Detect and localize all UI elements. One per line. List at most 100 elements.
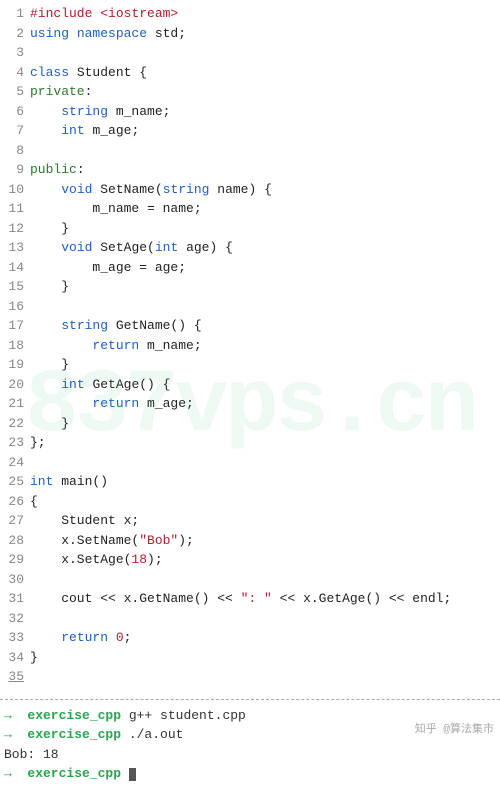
code-content: using namespace std; (30, 24, 500, 44)
terminal-command: g++ student.cpp (121, 708, 246, 723)
prompt-arrow-icon: → (4, 727, 27, 742)
code-line: 28 x.SetName("Bob"); (0, 531, 500, 551)
terminal-command (121, 766, 129, 781)
code-editor: 1#include <iostream>2using namespace std… (0, 0, 500, 691)
prompt-directory: exercise_cpp (27, 727, 121, 742)
code-line: 15 } (0, 277, 500, 297)
code-line: 22 } (0, 414, 500, 434)
line-number: 33 (0, 628, 30, 648)
code-line: 9public: (0, 160, 500, 180)
code-content: } (30, 219, 500, 239)
line-number: 14 (0, 258, 30, 278)
code-line: 7 int m_age; (0, 121, 500, 141)
code-content: return m_name; (30, 336, 500, 356)
line-number: 19 (0, 355, 30, 375)
code-content: void SetAge(int age) { (30, 238, 500, 258)
line-number: 23 (0, 433, 30, 453)
line-number: 31 (0, 589, 30, 609)
code-content (30, 43, 500, 63)
line-number: 10 (0, 180, 30, 200)
code-content: } (30, 648, 500, 668)
code-line: 21 return m_age; (0, 394, 500, 414)
code-line: 33 return 0; (0, 628, 500, 648)
code-line: 30 (0, 570, 500, 590)
terminal: → exercise_cpp g++ student.cpp → exercise… (0, 700, 500, 794)
terminal-output-line: Bob: 18 (4, 745, 496, 765)
code-content: } (30, 414, 500, 434)
line-number: 27 (0, 511, 30, 531)
code-content: return 0; (30, 628, 500, 648)
line-number: 15 (0, 277, 30, 297)
code-line: 3 (0, 43, 500, 63)
code-content (30, 609, 500, 629)
prompt-arrow-icon: → (4, 708, 27, 723)
code-line: 23}; (0, 433, 500, 453)
code-line: 10 void SetName(string name) { (0, 180, 500, 200)
line-number: 24 (0, 453, 30, 473)
code-content: x.SetAge(18); (30, 550, 500, 570)
code-content: m_age = age; (30, 258, 500, 278)
code-line: 4class Student { (0, 63, 500, 83)
code-line: 1#include <iostream> (0, 4, 500, 24)
code-line: 8 (0, 141, 500, 161)
code-content: public: (30, 160, 500, 180)
line-number: 30 (0, 570, 30, 590)
line-number: 22 (0, 414, 30, 434)
code-line: 29 x.SetAge(18); (0, 550, 500, 570)
code-line: 5private: (0, 82, 500, 102)
code-line: 26{ (0, 492, 500, 512)
code-line: 12 } (0, 219, 500, 239)
code-content: string GetName() { (30, 316, 500, 336)
code-content (30, 141, 500, 161)
code-content: }; (30, 433, 500, 453)
line-number: 8 (0, 141, 30, 161)
line-number: 7 (0, 121, 30, 141)
line-number: 32 (0, 609, 30, 629)
terminal-output-text: Bob: 18 (4, 747, 59, 762)
code-content: Student x; (30, 511, 500, 531)
prompt-directory: exercise_cpp (27, 766, 121, 781)
line-number: 17 (0, 316, 30, 336)
code-content: } (30, 355, 500, 375)
attribution: 知乎 @算法集市 (415, 720, 494, 736)
line-number: 6 (0, 102, 30, 122)
code-content: int main() (30, 472, 500, 492)
line-number: 12 (0, 219, 30, 239)
line-number: 2 (0, 24, 30, 44)
code-content: { (30, 492, 500, 512)
code-line: 18 return m_name; (0, 336, 500, 356)
code-line: 6 string m_name; (0, 102, 500, 122)
line-number: 21 (0, 394, 30, 414)
code-line: 34} (0, 648, 500, 668)
code-content: return m_age; (30, 394, 500, 414)
line-number: 16 (0, 297, 30, 317)
line-number: 1 (0, 4, 30, 24)
code-content: x.SetName("Bob"); (30, 531, 500, 551)
line-number: 11 (0, 199, 30, 219)
terminal-cursor (129, 768, 136, 781)
line-number: 3 (0, 43, 30, 63)
line-number: 5 (0, 82, 30, 102)
code-content: string m_name; (30, 102, 500, 122)
code-content (30, 667, 500, 687)
line-number: 4 (0, 63, 30, 83)
code-line: 32 (0, 609, 500, 629)
code-content: } (30, 277, 500, 297)
code-content: #include <iostream> (30, 4, 500, 24)
code-content: m_name = name; (30, 199, 500, 219)
prompt-directory: exercise_cpp (27, 708, 121, 723)
code-content: int m_age; (30, 121, 500, 141)
code-line: 24 (0, 453, 500, 473)
code-line: 11 m_name = name; (0, 199, 500, 219)
line-number: 35 (0, 667, 30, 687)
code-line: 17 string GetName() { (0, 316, 500, 336)
code-content (30, 570, 500, 590)
line-number: 25 (0, 472, 30, 492)
code-line: 27 Student x; (0, 511, 500, 531)
line-number: 13 (0, 238, 30, 258)
code-line: 35 (0, 667, 500, 687)
line-number: 26 (0, 492, 30, 512)
line-number: 29 (0, 550, 30, 570)
code-content: private: (30, 82, 500, 102)
code-line: 19 } (0, 355, 500, 375)
